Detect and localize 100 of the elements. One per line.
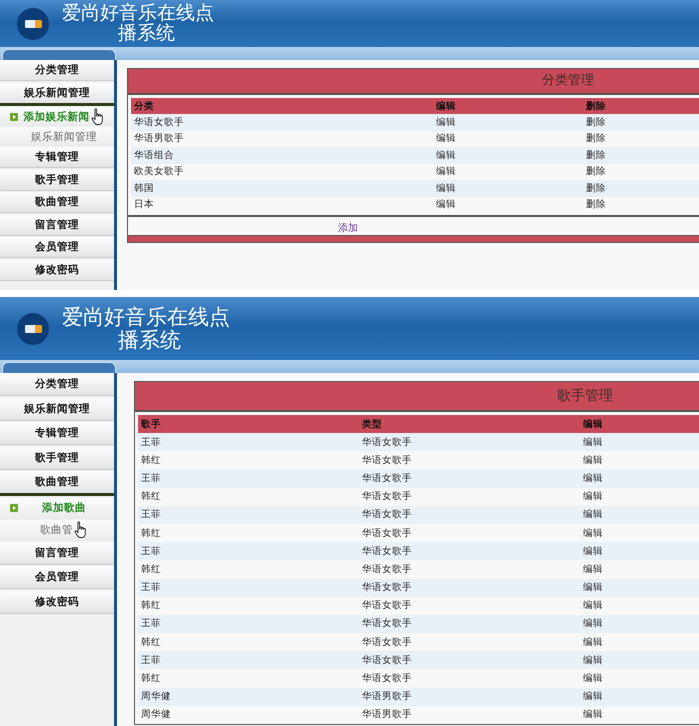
table-cell: 编辑 xyxy=(433,196,583,213)
table-cell: 华语男歌手 xyxy=(131,130,433,147)
table-cell: 华语女歌手 xyxy=(359,596,580,615)
nav-item[interactable]: 修改密码 xyxy=(0,260,114,280)
table-cell: 编辑 xyxy=(580,596,699,615)
nav-item[interactable]: 分类管理 xyxy=(0,60,114,81)
nav-item[interactable]: 专辑管理 xyxy=(0,147,114,168)
table-cell: 编辑 xyxy=(580,433,699,452)
table-cell: 韩红 xyxy=(138,451,359,470)
arrow-square-icon xyxy=(10,113,18,121)
table-cell: 华语女歌手 xyxy=(359,578,580,597)
nav-item[interactable]: 修改密码 xyxy=(0,590,114,614)
table-cell: 周华健 xyxy=(138,688,359,706)
table-cell: 韩红 xyxy=(138,524,359,542)
table-cell: 王菲 xyxy=(138,433,359,452)
table-cell: 王菲 xyxy=(138,506,359,524)
nav-item[interactable]: 娱乐新闻管理 xyxy=(0,82,114,106)
table-cell: 华语女歌手 xyxy=(359,488,580,506)
table-cell: 华语女歌手 xyxy=(359,469,580,488)
table-cell: 编辑 xyxy=(580,578,699,597)
table-cell-text: 编辑 xyxy=(582,672,604,686)
table-cell: 编辑 xyxy=(433,147,583,164)
table-cell: 韩国 xyxy=(131,180,433,196)
table-cell: 编辑 xyxy=(580,688,699,706)
table-cell: 编辑 xyxy=(580,614,699,634)
table-cell-text: 韩红 xyxy=(140,562,162,577)
column-header: 编辑 xyxy=(433,98,583,114)
table-cell: 韩红 xyxy=(138,596,359,615)
table-cell: 王菲 xyxy=(138,542,359,560)
table-cell: 王菲 xyxy=(138,578,359,597)
table-cell: 编辑 xyxy=(580,488,699,506)
column-header: 歌手 xyxy=(138,415,359,433)
panel-title: 分类管理 xyxy=(128,69,699,95)
table-cell: 王菲 xyxy=(138,651,359,670)
table-cell: 编辑 xyxy=(433,164,583,180)
table-cell: 王菲 xyxy=(138,469,359,488)
site-title: 爱尚好音乐在线点 xyxy=(62,306,230,328)
table-cell: 编辑 xyxy=(580,469,699,488)
table-cell: 华语女歌手 xyxy=(359,614,580,634)
site-title: 播系统 xyxy=(117,328,182,351)
table-cell: 编辑 xyxy=(433,180,583,196)
column-header: 编辑 xyxy=(580,415,699,433)
table-cell: 编辑 xyxy=(580,633,699,652)
table-cell: 日本 xyxy=(131,196,433,213)
table-cell: 华语女歌手 xyxy=(359,451,580,470)
table-cell: 华语组合 xyxy=(131,147,433,164)
nav-item[interactable]: 娱乐新闻管理 xyxy=(0,398,114,420)
column-header: 删除 xyxy=(583,98,699,114)
table-cell: 删除 xyxy=(583,147,699,164)
panel-title: 歌手管理 xyxy=(135,382,699,412)
table-cell: 华语男歌手 xyxy=(359,706,580,724)
table-cell: 韩红 xyxy=(138,488,359,506)
table-cell-text: 华语女歌手 xyxy=(361,562,413,577)
table-cell: 华语女歌手 xyxy=(359,433,580,452)
site-title: 播系统 xyxy=(118,24,176,44)
add-link[interactable]: 添加 xyxy=(338,223,358,234)
table-cell: 删除 xyxy=(583,130,699,147)
table-cell: 删除 xyxy=(583,114,699,130)
table-cell: 王菲 xyxy=(138,614,359,634)
table-cell: 删除 xyxy=(583,196,699,213)
table-cell: 编辑 xyxy=(580,706,699,724)
nav-item[interactable]: 分类管理 xyxy=(0,373,114,396)
table-cell: 华语女歌手 xyxy=(359,542,580,560)
nav-item[interactable]: 专辑管理 xyxy=(0,422,114,445)
nav-item[interactable]: 留言管理 xyxy=(0,542,114,564)
table-cell: 华语男歌手 xyxy=(359,688,580,706)
arrow-square-icon xyxy=(10,504,18,512)
table-cell: 编辑 xyxy=(580,506,699,524)
nav-item[interactable]: 歌曲管理 xyxy=(0,192,114,213)
table-cell: 删除 xyxy=(583,180,699,196)
nav-subitem[interactable]: 歌曲管 xyxy=(40,523,73,537)
column-header: 类型 xyxy=(359,415,580,433)
table-cell: 华语女歌手 xyxy=(359,651,580,670)
table-cell: 删除 xyxy=(583,164,699,180)
site-title: 爱尚好音乐在线点 xyxy=(62,4,214,24)
table-cell: 编辑 xyxy=(580,451,699,470)
table-cell: 周华健 xyxy=(138,706,359,724)
table-cell: 欧美女歌手 xyxy=(131,164,433,180)
table-cell: 华语女歌手 xyxy=(359,633,580,652)
logo-icon xyxy=(16,312,50,346)
table-cell: 编辑 xyxy=(433,114,583,130)
table-cell: 华语女歌手 xyxy=(359,506,580,524)
table-cell-text: 华语女歌手 xyxy=(361,672,413,686)
nav-item[interactable]: 歌手管理 xyxy=(0,446,114,470)
nav-item[interactable]: 歌曲管理 xyxy=(0,471,114,496)
column-header: 分类 xyxy=(131,98,433,114)
table-cell: 韩红 xyxy=(138,633,359,652)
nav-item[interactable]: 留言管理 xyxy=(0,214,114,236)
table-cell: 编辑 xyxy=(580,651,699,670)
table-cell: 华语女歌手 xyxy=(359,524,580,542)
table-cell-text: 编辑 xyxy=(582,562,604,577)
table-cell: 编辑 xyxy=(580,524,699,542)
nav-item[interactable]: 会员管理 xyxy=(0,237,114,258)
table-cell: 华语女歌手 xyxy=(131,114,433,130)
nav-item[interactable]: 会员管理 xyxy=(0,566,114,589)
table-cell: 编辑 xyxy=(433,130,583,147)
nav-item[interactable]: 歌手管理 xyxy=(0,170,114,190)
logo-icon xyxy=(16,6,50,40)
table-cell-text: 韩红 xyxy=(140,672,162,686)
table-cell: 编辑 xyxy=(580,542,699,560)
